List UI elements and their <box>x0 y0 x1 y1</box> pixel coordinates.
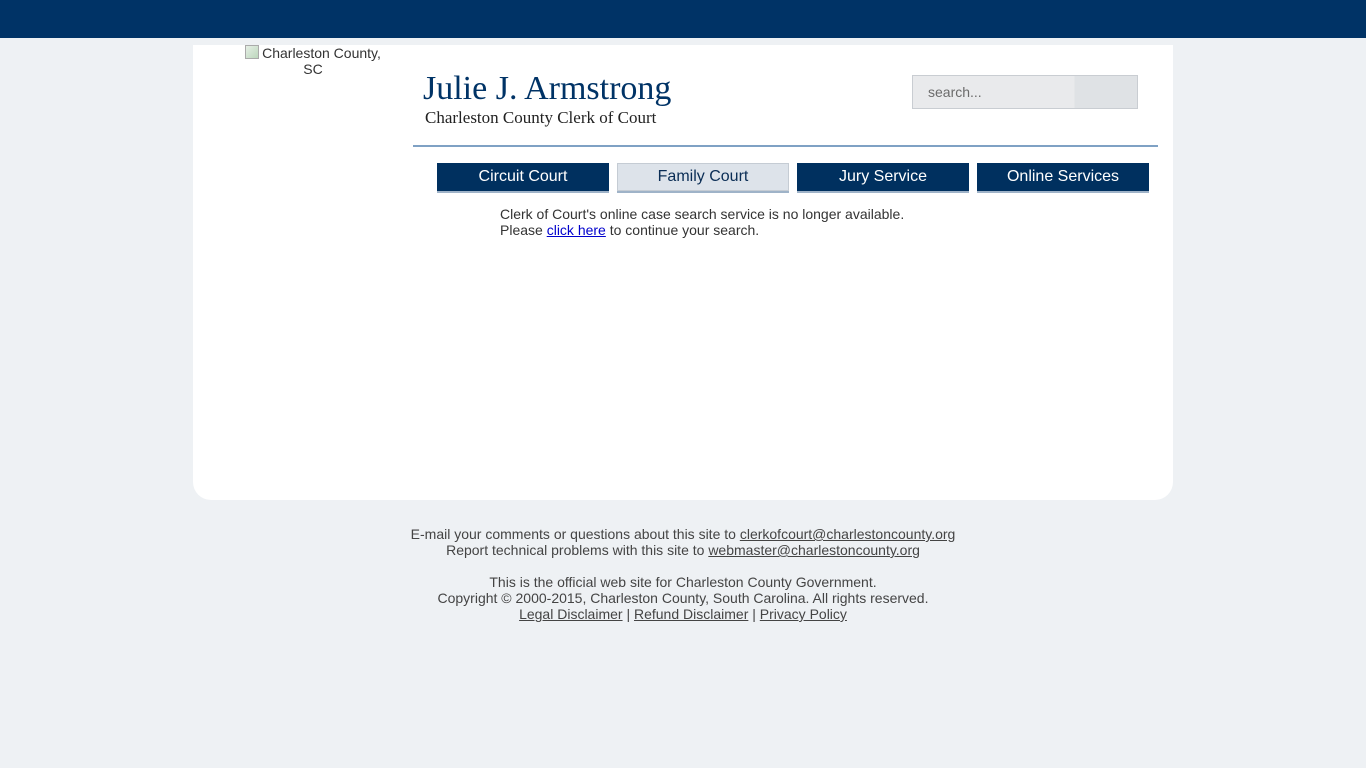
privacy-policy-link[interactable]: Privacy Policy <box>760 606 847 622</box>
refund-disclaimer-link[interactable]: Refund Disclaimer <box>634 606 748 622</box>
main-card: Charleston County, SC Julie J. Armstrong… <box>193 45 1173 500</box>
nav-jury-service[interactable]: Jury Service <box>797 163 969 191</box>
footer-copyright-line: Copyright © 2000-2015, Charleston County… <box>437 590 929 606</box>
footer-comments-text: E-mail your comments or questions about … <box>410 526 740 542</box>
footer-tech-text: Report technical problems with this site… <box>446 542 709 558</box>
search-input[interactable] <box>912 75 1138 109</box>
nav-family-court[interactable]: Family Court <box>617 163 789 191</box>
header-divider <box>413 145 1158 147</box>
legal-disclaimer-link[interactable]: Legal Disclaimer <box>519 606 622 622</box>
footer-separator: | <box>622 606 634 622</box>
footer-comments-line: E-mail your comments or questions about … <box>0 526 1366 542</box>
page-title: Julie J. Armstrong <box>423 70 672 107</box>
broken-image-icon <box>245 45 260 59</box>
notice-line-1: Clerk of Court's online case search serv… <box>500 206 905 222</box>
footer: E-mail your comments or questions about … <box>0 526 1366 622</box>
notice-suffix: to continue your search. <box>605 222 760 238</box>
footer-links: Legal Disclaimer | Refund Disclaimer | P… <box>0 606 1366 622</box>
clerk-email-link[interactable]: clerkofcourt@charlestoncounty.org <box>740 526 956 542</box>
click-here-link[interactable]: click here <box>547 222 606 238</box>
nav-online-services[interactable]: Online Services <box>977 163 1149 191</box>
nav-circuit-court[interactable]: Circuit Court <box>437 163 609 191</box>
notice-prefix: Please <box>500 222 547 238</box>
footer-official-line: This is the official web site for Charle… <box>489 574 877 590</box>
notice-line-2: Please click here to continue your searc… <box>500 222 904 238</box>
page-subtitle: Charleston County Clerk of Court <box>425 108 657 127</box>
logo-alt-text: Charleston County, SC <box>262 45 381 77</box>
county-logo[interactable]: Charleston County, SC <box>243 45 383 77</box>
footer-separator: | <box>748 606 760 622</box>
webmaster-email-link[interactable]: webmaster@charlestoncounty.org <box>708 542 920 558</box>
footer-tech-line: Report technical problems with this site… <box>0 542 1366 558</box>
notice-message: Clerk of Court's online case search serv… <box>500 206 904 238</box>
top-bar <box>0 0 1366 38</box>
